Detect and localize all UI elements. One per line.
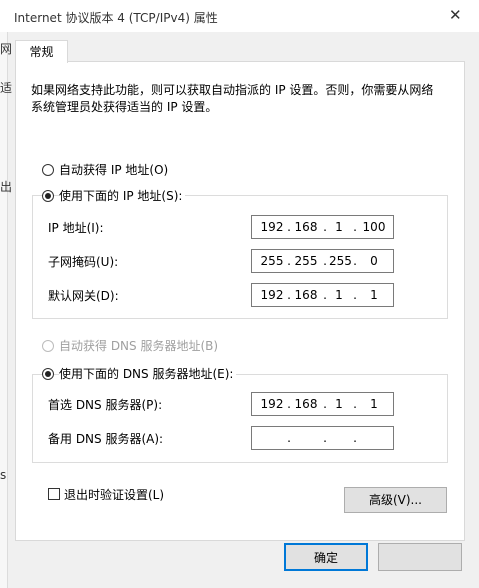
octet-4: 1 [370,397,378,411]
octet-2: 168 [294,397,318,411]
octet-1: 255 [260,254,284,268]
octet-1: 192 [260,220,284,234]
manual-ip-radio[interactable] [42,190,54,202]
octet-1: 192 [260,288,284,302]
validate-label[interactable]: 退出时验证设置(L) [64,488,164,502]
subnet-mask-input[interactable]: 255. 255. 255. 0 [251,249,394,273]
default-gateway-input[interactable]: 192. 168. 1. 1 [251,283,394,307]
auto-ip-label[interactable]: 自动获得 IP 地址(O) [59,163,168,177]
description-text: 如果网络支持此功能，则可以获取自动指派的 IP 设置。否则，你需要从网络系统管理… [31,83,434,114]
octet-2: 168 [294,288,318,302]
octet-2: 255 [294,254,318,268]
background-text-fragment: 网 [0,42,13,56]
octet-4: 1 [370,288,378,302]
octet-3: 1 [335,220,343,234]
octet-separator: . [353,254,357,268]
close-icon[interactable]: ✕ [449,6,462,24]
validate-checkbox[interactable] [48,488,60,500]
octet-3: 1 [335,288,343,302]
title-bar: Internet 协议版本 4 (TCP/IPv4) 属性 ✕ [0,0,479,32]
octet-2: 168 [294,220,318,234]
octet-separator: . [353,397,357,411]
ip-address-input[interactable]: 192. 168. 1. 100 [251,215,394,239]
manual-dns-radio[interactable] [42,368,54,380]
manual-dns-label[interactable]: 使用下面的 DNS 服务器地址(E): [59,367,237,381]
window-title: Internet 协议版本 4 (TCP/IPv4) 属性 [14,11,218,25]
octet-separator: . [287,431,291,445]
octet-separator: . [353,431,357,445]
auto-ip-radio[interactable] [42,164,54,176]
alternate-dns-input[interactable]: . . . [251,426,394,450]
ip-address-label: IP 地址(I): [48,221,104,235]
manual-ip-label[interactable]: 使用下面的 IP 地址(S): [59,189,186,203]
octet-4: 0 [370,254,378,268]
octet-separator: . [287,220,291,234]
subnet-mask-label: 子网掩码(U): [48,255,119,269]
background-text-fragment: 出 [0,180,13,194]
preferred-dns-input[interactable]: 192. 168. 1. 1 [251,392,394,416]
octet-separator: . [323,397,327,411]
octet-separator: . [323,254,327,268]
octet-1: 192 [260,397,284,411]
octet-separator: . [323,288,327,302]
background-window-edge: 网 适 出 s [0,32,12,588]
alternate-dns-label: 备用 DNS 服务器(A): [48,432,164,446]
octet-separator: . [287,288,291,302]
auto-dns-radio [42,340,54,352]
auto-dns-label: 自动获得 DNS 服务器地址(B) [59,339,219,353]
default-gateway-label: 默认网关(D): [48,289,119,303]
octet-separator: . [353,288,357,302]
preferred-dns-label: 首选 DNS 服务器(P): [48,398,163,412]
octet-separator: . [323,220,327,234]
cancel-button[interactable] [378,543,462,571]
octet-3: 255 [329,254,352,268]
background-text-fragment: s [0,468,7,482]
octet-separator: . [323,431,327,445]
octet-separator: . [353,220,357,234]
octet-separator: . [287,397,291,411]
tab-general[interactable]: 常规 [15,40,68,63]
background-text-fragment: 适 [0,81,13,95]
octet-4: 100 [362,220,386,234]
octet-3: 1 [335,397,343,411]
advanced-button[interactable]: 高级(V)... [344,487,447,513]
octet-separator: . [287,254,291,268]
ok-button[interactable]: 确定 [284,543,368,571]
